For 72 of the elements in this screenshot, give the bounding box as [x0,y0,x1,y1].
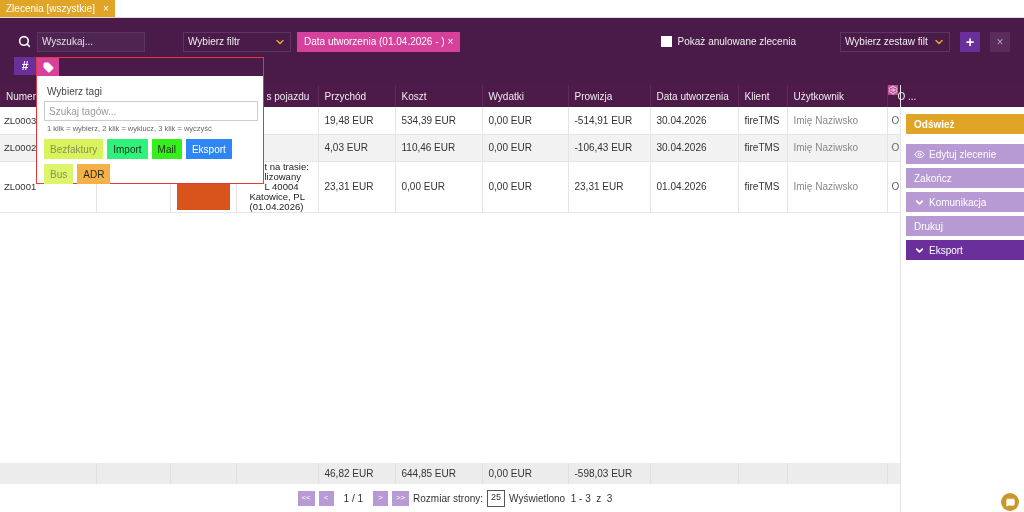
checkbox-label: Pokaż anulowane zlecenia [677,35,796,49]
checkbox[interactable] [660,36,672,47]
table-cell: 23,31 EUR [574,181,624,192]
total-cell: 0,00 EUR [488,468,532,479]
column-header[interactable]: s pojazdu [266,90,310,102]
page-size-label: Rozmiar strony: [413,491,484,506]
total-cell: 644,85 EUR [401,468,456,479]
table-cell: 0,00 EUR [488,142,532,153]
column-header[interactable]: Koszt [401,90,427,102]
table-cell: -106,43 EUR [574,142,633,153]
tag-chip[interactable]: Import [107,139,148,160]
column-header[interactable]: Klient [744,90,770,102]
filter-select[interactable]: Wybierz filtr [183,31,291,52]
location-text: L 40004 [263,181,299,192]
page-size-field[interactable]: 25 [487,489,506,507]
column-header[interactable]: Data utworzenia [656,90,729,102]
table-cell: ZL0003 [4,114,37,126]
column-header[interactable]: Prowizja [574,90,613,102]
table-cell: fireTMS [744,181,780,192]
results-summary: Wyświetlono 1 - 3 z 3 [509,491,613,506]
table-cell: 19,48 EUR [324,114,374,126]
tag-chip[interactable]: ADR [77,164,111,185]
location-text: lizowany [263,171,302,182]
column-header[interactable]: Numer [6,90,36,102]
table-cell: 30.04.2026 [656,142,707,153]
hash-button[interactable]: # [14,57,36,75]
table-cell: fireTMS [744,142,780,153]
table-cell: 4,03 EUR [324,142,368,153]
table-cell: 30.04.2026 [656,114,707,126]
search-field[interactable]: Wyszukaj... [37,31,145,52]
table-cell: Imię Naziwsko [793,142,858,153]
chat-icon [1005,497,1015,507]
tag-icon [42,61,54,73]
total-cell: -598,03 EUR [574,468,633,479]
page-indicator: 1 / 1 [343,491,364,506]
table-cell: 0,00 EUR [401,181,445,192]
active-filter-chip[interactable]: Data utworzenia (01.04.2026 - ) × [297,31,461,52]
table-cell: 23,31 EUR [324,181,374,192]
eye-icon [914,148,925,160]
tag-search-field[interactable]: Szukaj tagów... [44,101,258,121]
popup-title: Wybierz tagi [47,85,103,99]
location-text: t na trasie: [263,161,310,172]
table-cell: fireTMS [744,114,780,126]
tag-chip[interactable]: Mail [151,139,182,160]
settings-icon[interactable] [887,85,898,95]
column-header[interactable]: Wydatki [488,90,524,102]
tag-chip[interactable]: Eksport [185,139,232,160]
table-cell: O [891,181,900,192]
tag-button[interactable] [37,58,59,76]
column-header[interactable]: Przychód [324,90,367,102]
table-cell: Imię Naziwsko [793,181,858,192]
table-cell: -514,91 EUR [574,114,633,126]
chat-button[interactable] [1001,493,1019,511]
action-button[interactable]: Eksport [906,240,1024,260]
table-cell: O [891,114,900,126]
location-text: (01.04.2026) [249,201,305,212]
filter-set-select[interactable]: Wybierz zestaw filt [840,31,950,52]
table-cell: ZL0002 [4,141,37,153]
table-cell: O [891,142,900,153]
table-cell: 534,39 EUR [401,114,456,126]
table-cell: 110,46 EUR [401,142,456,153]
table-cell: ZL0001 [4,180,37,192]
location-text: Katowice, PL [249,191,306,202]
table-cell: 0,00 EUR [488,114,532,126]
table-cell: 0,00 EUR [488,181,532,192]
clear-button[interactable]: × [990,31,1010,52]
search-icon [18,35,31,48]
add-button[interactable]: + [960,31,980,52]
table-cell: Imię Naziwsko [793,114,858,126]
column-header[interactable]: Użytkownik [793,90,845,102]
table-cell: 01.04.2026 [656,181,707,192]
total-cell: 46,82 EUR [324,468,374,479]
